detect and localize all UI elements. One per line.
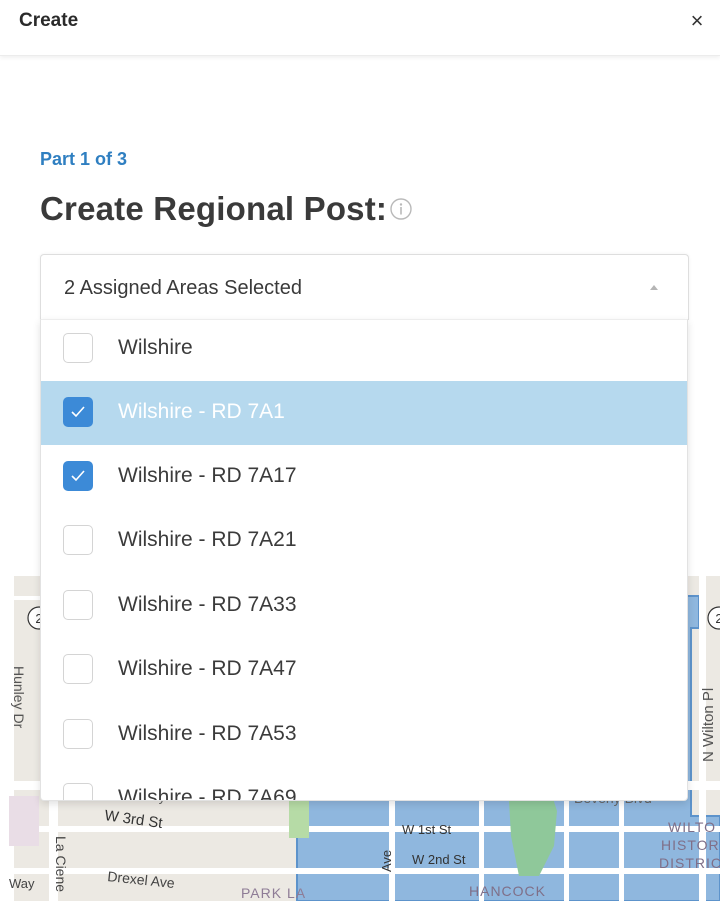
option-label: Wilshire - RD 7A21	[118, 528, 297, 551]
option-wilshire-rd-7a17[interactable]: Wilshire - RD 7A17	[41, 445, 687, 509]
district-label: WILTO	[668, 819, 716, 835]
info-circle-icon[interactable]	[390, 198, 412, 220]
street-label: W 1st St	[402, 822, 452, 837]
modal-title: Create	[19, 10, 79, 31]
street-label: N Wilton Pl	[700, 688, 717, 762]
option-wilshire-rd-7a1[interactable]: Wilshire - RD 7A1	[41, 381, 687, 445]
district-label: HISTOR	[661, 837, 720, 853]
modal-header: Create ×	[0, 0, 720, 56]
district-label: DISTRIC	[659, 855, 720, 871]
option-wilshire-rd-7a53[interactable]: Wilshire - RD 7A53	[41, 703, 687, 767]
checkbox[interactable]	[63, 654, 93, 684]
checkmark-icon	[71, 470, 85, 482]
checkmark-icon	[71, 406, 85, 418]
select-value: 2 Assigned Areas Selected	[64, 277, 302, 299]
page-title: Create Regional Post:	[40, 190, 388, 227]
option-label: Wilshire - RD 7A47	[118, 657, 297, 680]
option-label: Wilshire - RD 7A1	[118, 400, 285, 423]
option-wilshire-rd-7a69[interactable]: Wilshire - RD 7A69	[41, 767, 687, 801]
street-label: La Ciene	[53, 836, 69, 892]
checkbox[interactable]	[63, 783, 93, 800]
street-label: W 2nd St	[412, 852, 466, 867]
option-label: Wilshire	[118, 336, 193, 359]
assigned-areas-options[interactable]: Wilshire Wilshire - RD 7A1 Wilshire - RD…	[40, 319, 688, 801]
street-label: Hunley Dr	[11, 666, 27, 729]
checkbox-checked[interactable]	[63, 397, 93, 427]
option-wilshire-rd-7a33[interactable]: Wilshire - RD 7A33	[41, 574, 687, 638]
checkbox-checked[interactable]	[63, 461, 93, 491]
step-indicator: Part 1 of 3	[40, 149, 128, 169]
checkbox[interactable]	[63, 525, 93, 555]
option-label: Wilshire - RD 7A17	[118, 464, 297, 487]
road	[9, 826, 720, 832]
close-icon[interactable]: ×	[684, 8, 710, 34]
route-shield-label: 2	[715, 611, 720, 626]
park	[289, 798, 309, 838]
caret-up-icon[interactable]	[650, 285, 658, 290]
district-label: HANCOCK	[469, 883, 546, 899]
option-wilshire-rd-7a47[interactable]: Wilshire - RD 7A47	[41, 638, 687, 702]
checkbox[interactable]	[63, 719, 93, 749]
street-label: Way	[9, 876, 35, 891]
checkbox[interactable]	[63, 333, 93, 363]
district-area	[9, 796, 39, 846]
option-label: Wilshire - RD 7A69	[118, 786, 297, 801]
checkbox[interactable]	[63, 590, 93, 620]
option-label: Wilshire - RD 7A53	[118, 722, 297, 745]
district-label: PARK LA	[241, 885, 306, 901]
option-label: Wilshire - RD 7A33	[118, 593, 297, 616]
road	[9, 576, 14, 901]
option-wilshire-rd-7a21[interactable]: Wilshire - RD 7A21	[41, 509, 687, 573]
option-wilshire[interactable]: Wilshire	[41, 320, 687, 381]
street-label: Ave	[379, 850, 394, 872]
assigned-areas-select[interactable]: 2 Assigned Areas Selected	[40, 254, 689, 320]
